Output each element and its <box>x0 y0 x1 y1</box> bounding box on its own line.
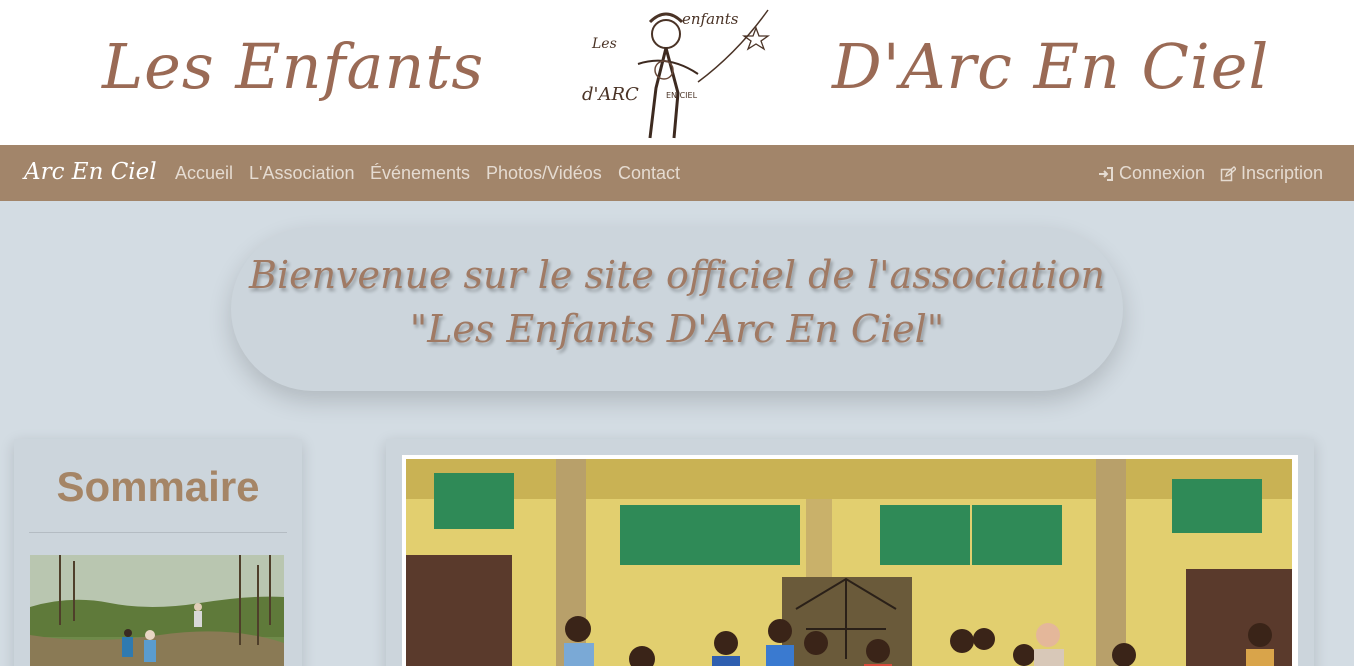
navbar-brand[interactable]: Arc En Ciel <box>24 159 157 185</box>
main-content-panel <box>386 439 1314 666</box>
banner-title-right: D'Arc En Ciel <box>832 30 1270 103</box>
sidebar-thumbnail[interactable] <box>30 555 284 666</box>
association-logo[interactable]: Les enfants d'ARC EN CIEL <box>578 4 776 142</box>
nav-link-evenements[interactable]: Événements <box>370 163 470 184</box>
sidebar-title: Sommaire <box>56 463 260 510</box>
group-photo[interactable] <box>406 459 1292 666</box>
group-photo-frame <box>402 455 1298 666</box>
hero-line-association-name: "Les Enfants D'Arc En Ciel" <box>409 307 945 351</box>
login-label: Connexion <box>1119 163 1206 183</box>
nav-link-association[interactable]: L'Association <box>249 163 355 184</box>
site-banner: Les Enfants Les enfants d'ARC EN CIEL D'… <box>0 0 1354 145</box>
main-navbar: Arc En Ciel Accueil L'Association Événem… <box>0 145 1354 201</box>
nav-link-accueil[interactable]: Accueil <box>175 163 233 184</box>
svg-text:enfants: enfants <box>682 10 739 28</box>
nav-link-photos-videos[interactable]: Photos/Vidéos <box>486 163 602 184</box>
register-link[interactable]: Inscription <box>1220 163 1323 184</box>
edit-icon <box>1220 165 1236 181</box>
login-link[interactable]: Connexion <box>1098 163 1205 184</box>
summary-sidebar: Sommaire <box>14 439 302 666</box>
svg-text:EN CIEL: EN CIEL <box>666 91 698 100</box>
nav-link-contact[interactable]: Contact <box>618 163 680 184</box>
sign-in-icon <box>1099 166 1113 181</box>
sidebar-divider <box>29 532 287 533</box>
register-label: Inscription <box>1241 163 1324 183</box>
svg-text:d'ARC: d'ARC <box>582 84 639 105</box>
welcome-hero: Bienvenue sur le site officiel de l'asso… <box>231 227 1123 391</box>
svg-text:Les: Les <box>591 36 617 52</box>
banner-title-left: Les Enfants <box>102 30 485 103</box>
hero-line-welcome: Bienvenue sur le site officiel de l'asso… <box>249 253 1105 297</box>
